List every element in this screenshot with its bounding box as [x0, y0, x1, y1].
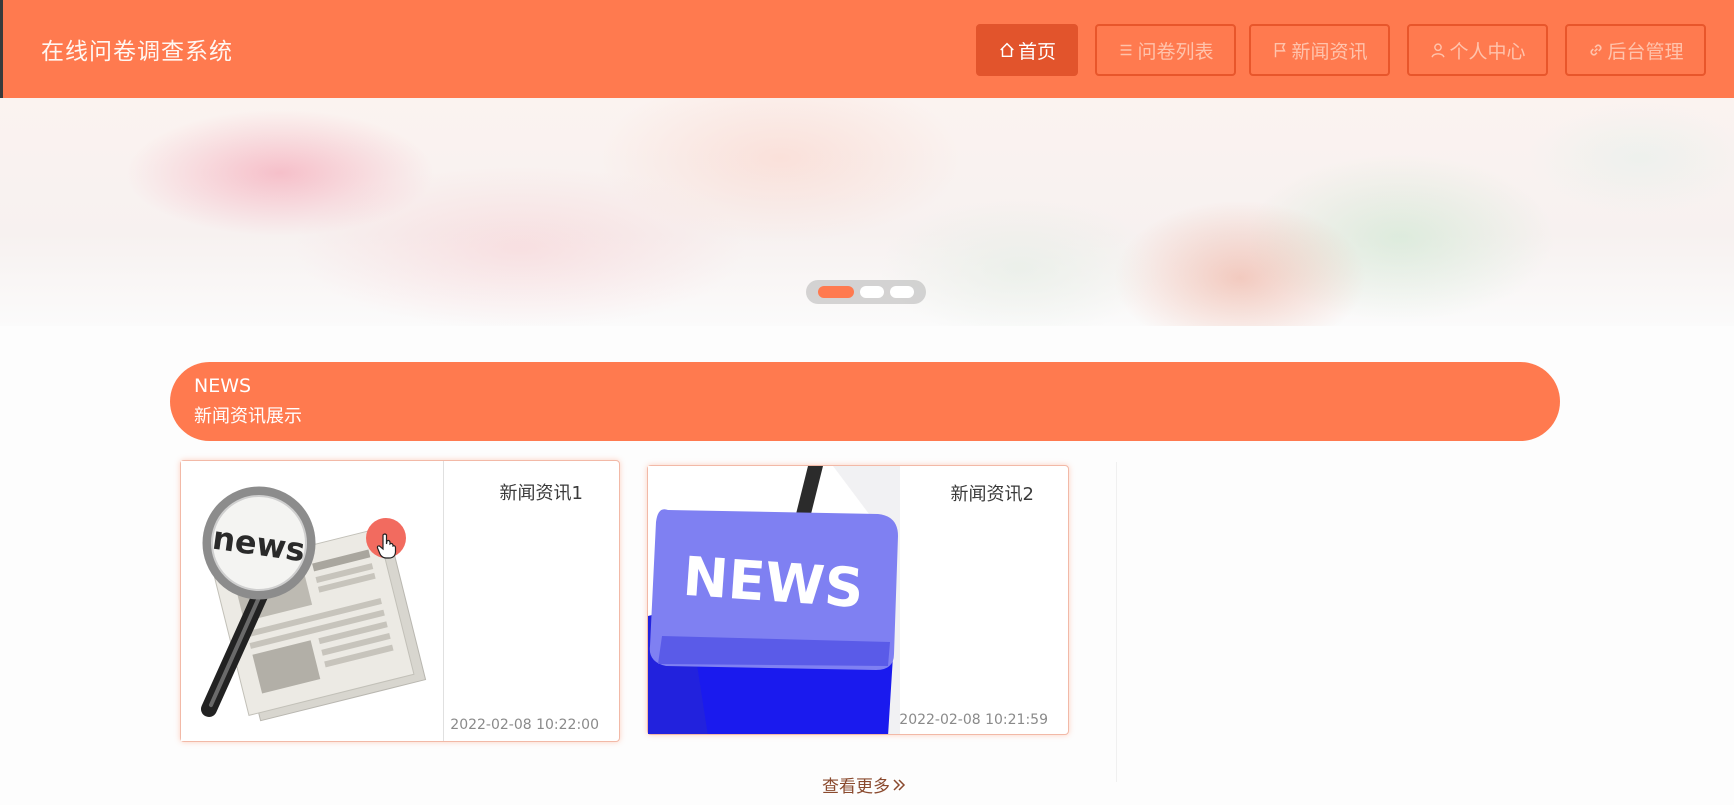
user-icon — [1431, 43, 1446, 58]
svg-text:NEWS: NEWS — [681, 545, 866, 620]
nav-home-label: 首页 — [1017, 40, 1056, 63]
cursor-highlight — [366, 518, 406, 559]
view-more-link[interactable]: 查看更多 — [822, 772, 906, 797]
news-section-header: NEWS 新闻资讯展示 — [170, 362, 1560, 441]
news-card-1[interactable]: news 新闻资讯1 2022-02-08 10:22:00 — [180, 460, 620, 742]
page: 在线问卷调查系统 首页 问卷列表 新闻资讯 个人中心 后台管理 NEWS 新闻资… — [0, 0, 1734, 805]
news-card-2[interactable]: NEWS 新闻资讯2 2022-02-08 10:21:59 — [647, 465, 1069, 735]
carousel-dot-1[interactable] — [818, 286, 854, 298]
nav-profile-label: 个人中心 — [1449, 40, 1526, 63]
top-navbar: 在线问卷调查系统 首页 问卷列表 新闻资讯 个人中心 后台管理 — [0, 0, 1734, 98]
nav-home-button[interactable]: 首页 — [976, 24, 1078, 76]
news-section-title: NEWS — [194, 375, 252, 397]
banner-carousel[interactable] — [0, 98, 1734, 326]
list-icon — [1121, 44, 1132, 56]
hand-cursor-icon — [376, 533, 397, 559]
news-key-image: NEWS — [648, 466, 900, 734]
carousel-indicators — [806, 280, 926, 304]
card-divider — [443, 461, 444, 741]
news-card-date: 2022-02-08 10:21:59 — [899, 712, 1048, 728]
flag-icon — [1275, 42, 1287, 58]
news-card-date: 2022-02-08 10:22:00 — [450, 717, 599, 733]
nav-profile-button[interactable]: 个人中心 — [1407, 24, 1548, 76]
link-icon — [1590, 44, 1603, 56]
carousel-dot-3[interactable] — [890, 286, 914, 298]
magnifier-newspaper-image: news — [181, 461, 443, 741]
home-icon — [1000, 42, 1014, 58]
nav-survey-list-label: 问卷列表 — [1137, 40, 1214, 63]
news-card-title[interactable]: 新闻资讯2 — [951, 480, 1034, 506]
carousel-dot-2[interactable] — [860, 286, 884, 298]
nav-admin-label: 后台管理 — [1607, 40, 1684, 63]
news-card-title[interactable]: 新闻资讯1 — [500, 479, 583, 505]
column-divider — [1116, 462, 1117, 782]
view-more-label: 查看更多 — [822, 777, 890, 797]
nav-survey-list-button[interactable]: 问卷列表 — [1095, 24, 1236, 76]
nav-news-button[interactable]: 新闻资讯 — [1249, 24, 1390, 76]
nav-admin-button[interactable]: 后台管理 — [1565, 24, 1706, 76]
news-section-subtitle: 新闻资讯展示 — [194, 406, 302, 427]
nav-news-label: 新闻资讯 — [1291, 40, 1368, 63]
double-chevron-right-icon — [893, 778, 906, 791]
app-title: 在线问卷调查系统 — [41, 39, 233, 65]
